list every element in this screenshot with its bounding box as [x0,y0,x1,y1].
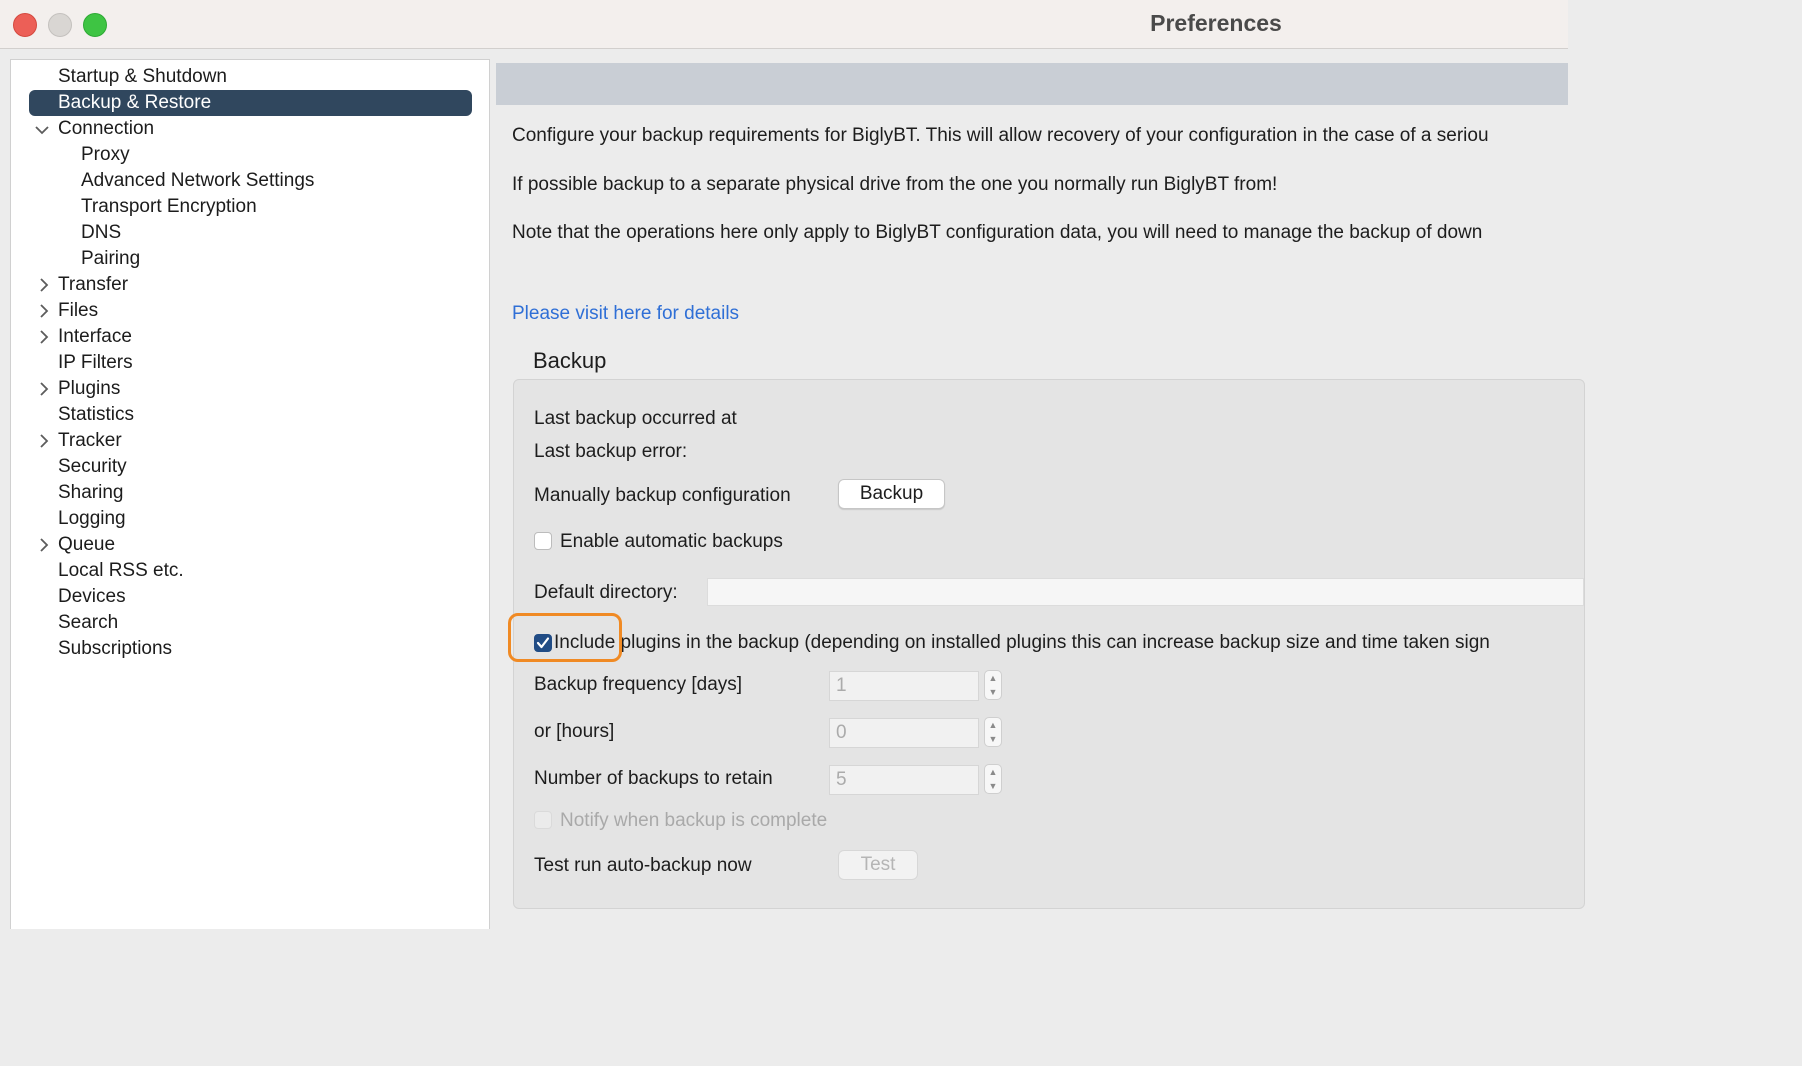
intro-paragraph-3: Note that the operations here only apply… [512,222,1483,243]
chevron-down-icon[interactable] [30,116,54,142]
backup-button[interactable]: Backup [838,479,945,509]
stepper-down-icon[interactable]: ▼ [985,779,1001,793]
sidebar-item-plugins[interactable]: Plugins [58,376,120,402]
sidebar-item-advanced-network-settings[interactable]: Advanced Network Settings [81,168,314,194]
sidebar-item-logging[interactable]: Logging [58,506,126,532]
backup-frequency-days-label: Backup frequency [days] [534,674,743,695]
sidebar-item-search[interactable]: Search [58,610,118,636]
section-header-banner [496,63,1568,105]
sidebar-item-proxy[interactable]: Proxy [81,142,130,168]
sidebar-item-interface[interactable]: Interface [58,324,132,350]
title-bar: Preferences [0,0,1568,49]
chevron-right-icon[interactable] [32,298,56,324]
enable-automatic-backups-checkbox[interactable] [534,532,552,550]
manual-backup-label: Manually backup configuration [534,485,791,506]
details-link[interactable]: Please visit here for details [512,303,739,325]
notify-backup-complete-label: Notify when backup is complete [560,810,828,831]
include-plugins-label[interactable]: Include plugins in the backup (depending… [554,632,1490,654]
sidebar-item-files[interactable]: Files [58,298,98,324]
chevron-right-icon[interactable] [32,376,56,402]
intro-paragraph-2: If possible backup to a separate physica… [512,174,1278,195]
last-backup-label: Last backup occurred at [534,408,737,429]
sidebar-item-statistics[interactable]: Statistics [58,402,134,428]
default-directory-field[interactable] [707,578,1584,606]
annotation-highlight [508,613,622,662]
sidebar-item-subscriptions[interactable]: Subscriptions [58,636,172,662]
sidebar-item-pairing[interactable]: Pairing [81,246,140,272]
window-title: Preferences [1150,10,1282,36]
stepper-down-icon[interactable]: ▼ [985,732,1001,746]
sidebar-item-security[interactable]: Security [58,454,127,480]
minimize-window-button[interactable] [48,13,72,37]
sidebar-item-ip-filters[interactable]: IP Filters [58,350,133,376]
sidebar-item-transport-encryption[interactable]: Transport Encryption [81,194,257,220]
sidebar-item-sharing[interactable]: Sharing [58,480,124,506]
test-button[interactable]: Test [838,850,918,880]
chevron-right-icon[interactable] [32,428,56,454]
stepper-up-icon[interactable]: ▲ [985,671,1001,685]
stepper-up-icon[interactable]: ▲ [985,765,1001,779]
backups-to-retain-input[interactable]: 5 [829,765,979,795]
enable-automatic-backups-label[interactable]: Enable automatic backups [560,531,783,553]
intro-paragraph-1: Configure your backup requirements for B… [512,125,1489,146]
backup-group-title: Backup [533,348,607,373]
frequency-hours-stepper[interactable]: ▲ ▼ [984,717,1002,747]
frequency-days-stepper[interactable]: ▲ ▼ [984,670,1002,700]
default-directory-label: Default directory: [534,582,678,603]
backup-group: Last backup occurred at Last backup erro… [513,379,1585,909]
notify-backup-complete-checkbox[interactable] [534,811,552,829]
sidebar-item-connection[interactable]: Connection [58,116,154,142]
chevron-right-icon[interactable] [32,272,56,298]
sidebar-item-dns[interactable]: DNS [81,220,121,246]
last-backup-error-label: Last backup error: [534,441,688,462]
sidebar-item-transfer[interactable]: Transfer [58,272,128,298]
preferences-tree[interactable]: Startup & Shutdown Backup & Restore Conn… [10,59,490,929]
backups-to-retain-label: Number of backups to retain [534,768,773,789]
sidebar-item-startup-shutdown[interactable]: Startup & Shutdown [58,64,227,90]
stepper-up-icon[interactable]: ▲ [985,718,1001,732]
sidebar-item-devices[interactable]: Devices [58,584,126,610]
sidebar-item-local-rss[interactable]: Local RSS etc. [58,558,184,584]
sidebar-item-queue[interactable]: Queue [58,532,115,558]
sidebar-item-tracker[interactable]: Tracker [58,428,122,454]
backup-restore-panel: Configure your backup requirements for B… [490,59,1585,928]
chevron-right-icon[interactable] [32,532,56,558]
close-window-button[interactable] [13,13,37,37]
backup-frequency-days-input[interactable]: 1 [829,671,979,701]
chevron-right-icon[interactable] [32,324,56,350]
backups-to-retain-stepper[interactable]: ▲ ▼ [984,764,1002,794]
sidebar-item-backup-restore[interactable]: Backup & Restore [29,90,472,116]
hours-label: or [hours] [534,721,615,742]
test-run-label: Test run auto-backup now [534,855,752,876]
stepper-down-icon[interactable]: ▼ [985,685,1001,699]
zoom-window-button[interactable] [83,13,107,37]
backup-frequency-hours-input[interactable]: 0 [829,718,979,748]
